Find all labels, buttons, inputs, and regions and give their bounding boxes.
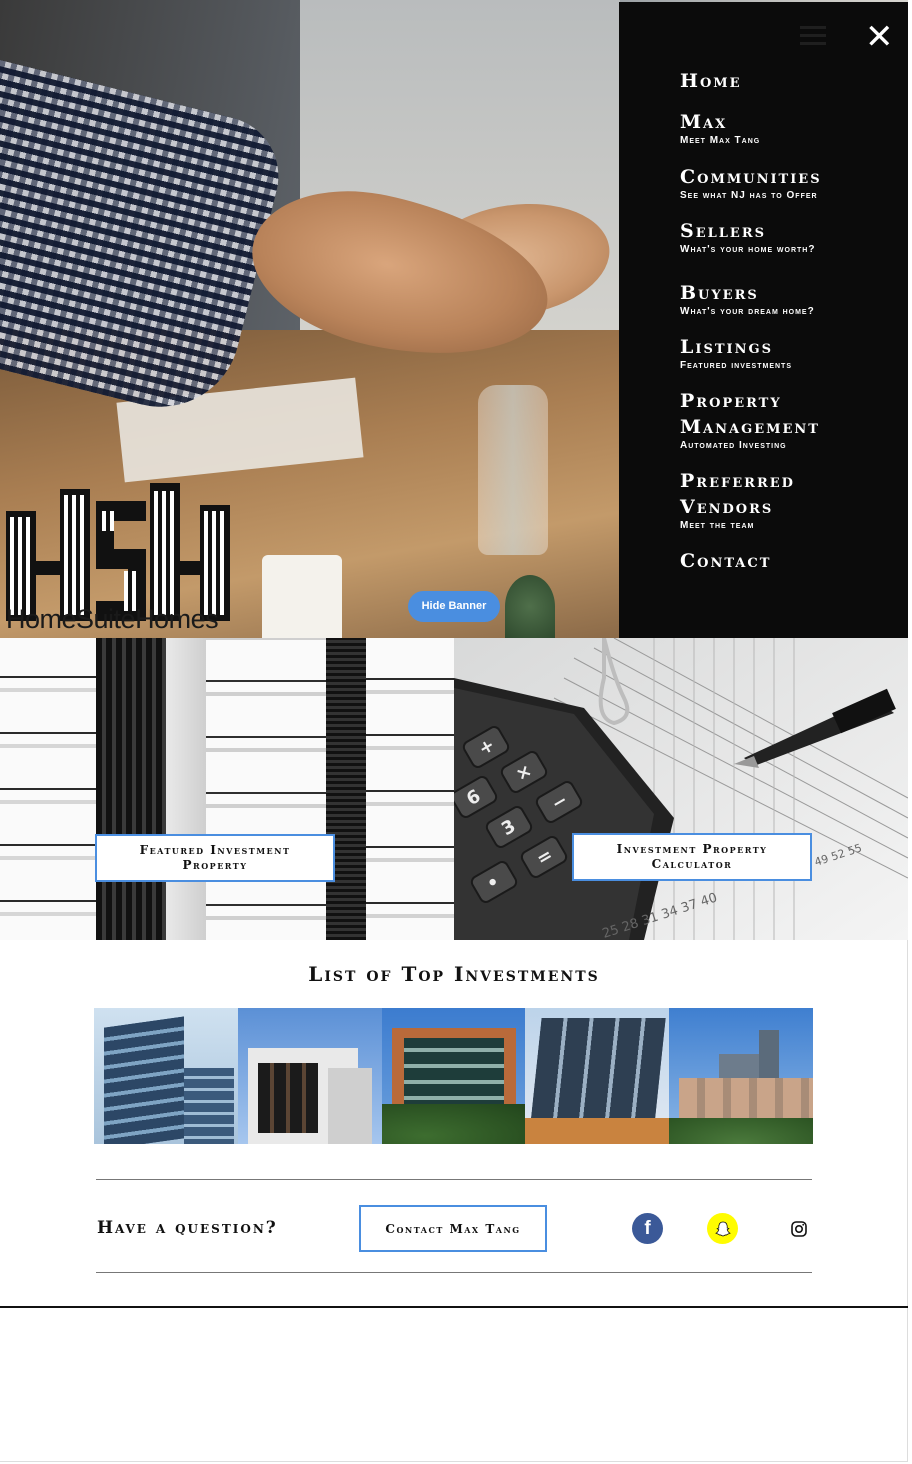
- building-column: [366, 638, 454, 940]
- divider-bottom: [96, 1272, 812, 1273]
- building-column: [206, 638, 326, 940]
- nav-item-communities[interactable]: Communities See what NJ has to Offer: [680, 164, 822, 202]
- gallery-image-1[interactable]: [94, 1008, 238, 1144]
- nav-item-sub: What's your home worth?: [680, 244, 816, 255]
- snapchat-icon[interactable]: [707, 1213, 738, 1244]
- contact-max-button[interactable]: Contact Max Tang: [359, 1205, 547, 1252]
- close-icon[interactable]: ✕: [865, 20, 894, 54]
- hero-plant: [505, 575, 555, 638]
- question-heading: Have a question?: [97, 1218, 278, 1238]
- gallery-image-2[interactable]: [237, 1008, 382, 1144]
- gallery-image-5[interactable]: [669, 1008, 813, 1144]
- nav-item-label: Property Management: [680, 390, 820, 438]
- nav-item-label: Sellers: [680, 220, 767, 242]
- hero-bottle: [478, 385, 548, 555]
- nav-item-sub: What's your dream home?: [680, 306, 815, 317]
- calculator-photo: + × − 6 3 = • 25 28 31 34 37 40 49 52 55: [454, 638, 908, 940]
- gallery-image-3[interactable]: [381, 1008, 526, 1144]
- nav-item-sub: Meet Max Tang: [680, 135, 761, 146]
- investment-calculator-tile[interactable]: + × − 6 3 = • 25 28 31 34 37 40 49 52 55…: [454, 638, 908, 940]
- nav-item-sub: Meet the team: [680, 520, 755, 531]
- nav-item-sub: Featured investments: [680, 360, 792, 371]
- building-column: [0, 638, 96, 940]
- instagram-glyph-icon: [790, 1220, 807, 1237]
- nav-menu-overlay: ✕ Home Max Meet Max Tang Communities See…: [619, 2, 908, 638]
- facebook-icon[interactable]: f: [632, 1213, 663, 1244]
- page: HomeSuiteHomes Hide Banner ✕ Home Max Me…: [0, 0, 908, 1462]
- nav-item-label: Max: [680, 111, 728, 133]
- gallery-image-4[interactable]: [525, 1008, 670, 1144]
- nav-item-home[interactable]: Home: [680, 68, 742, 94]
- facebook-glyph: f: [644, 1217, 651, 1239]
- hide-banner-button[interactable]: Hide Banner: [408, 591, 500, 622]
- building-column: [96, 638, 166, 940]
- hamburger-icon[interactable]: [800, 26, 826, 46]
- nav-item-label: Home: [680, 70, 742, 92]
- building-column: [326, 638, 366, 940]
- logo-text[interactable]: HomeSuiteHomes: [6, 604, 219, 635]
- footer-divider: [0, 1306, 908, 1308]
- nav-item-label: Preferred Vendors: [680, 470, 795, 518]
- nav-item-property-management[interactable]: Property Management Automated Investing: [680, 388, 880, 452]
- nav-item-buyers[interactable]: Buyers What's your dream home?: [680, 280, 815, 318]
- featured-investment-tile[interactable]: Featured Investment Property: [0, 638, 454, 940]
- divider-top: [96, 1179, 812, 1180]
- nav-item-label: Listings: [680, 336, 773, 358]
- nav-item-label: Contact: [680, 550, 772, 572]
- nav-item-label: Communities: [680, 166, 822, 188]
- nav-item-preferred-vendors[interactable]: Preferred Vendors Meet the team: [680, 468, 850, 532]
- building-column: [166, 638, 206, 940]
- hero-cup: [262, 555, 342, 638]
- nav-item-contact[interactable]: Contact: [680, 548, 771, 574]
- investment-gallery: [94, 1008, 813, 1144]
- list-title: List of Top Investments: [308, 962, 600, 986]
- nav-item-max[interactable]: Max Meet Max Tang: [680, 109, 760, 147]
- instagram-icon[interactable]: [783, 1213, 814, 1244]
- investment-calculator-button[interactable]: Investment Property Calculator: [572, 833, 812, 881]
- nav-item-label: Buyers: [680, 282, 759, 304]
- nav-item-sub: Automated Investing: [680, 440, 787, 451]
- nav-item-listings[interactable]: Listings Featured investments: [680, 334, 792, 372]
- nav-item-sub: See what NJ has to Offer: [680, 190, 818, 201]
- featured-investment-button[interactable]: Featured Investment Property: [95, 834, 335, 882]
- nav-item-sellers[interactable]: Sellers What's your home worth?: [680, 218, 815, 256]
- snapchat-ghost-icon: [714, 1221, 731, 1236]
